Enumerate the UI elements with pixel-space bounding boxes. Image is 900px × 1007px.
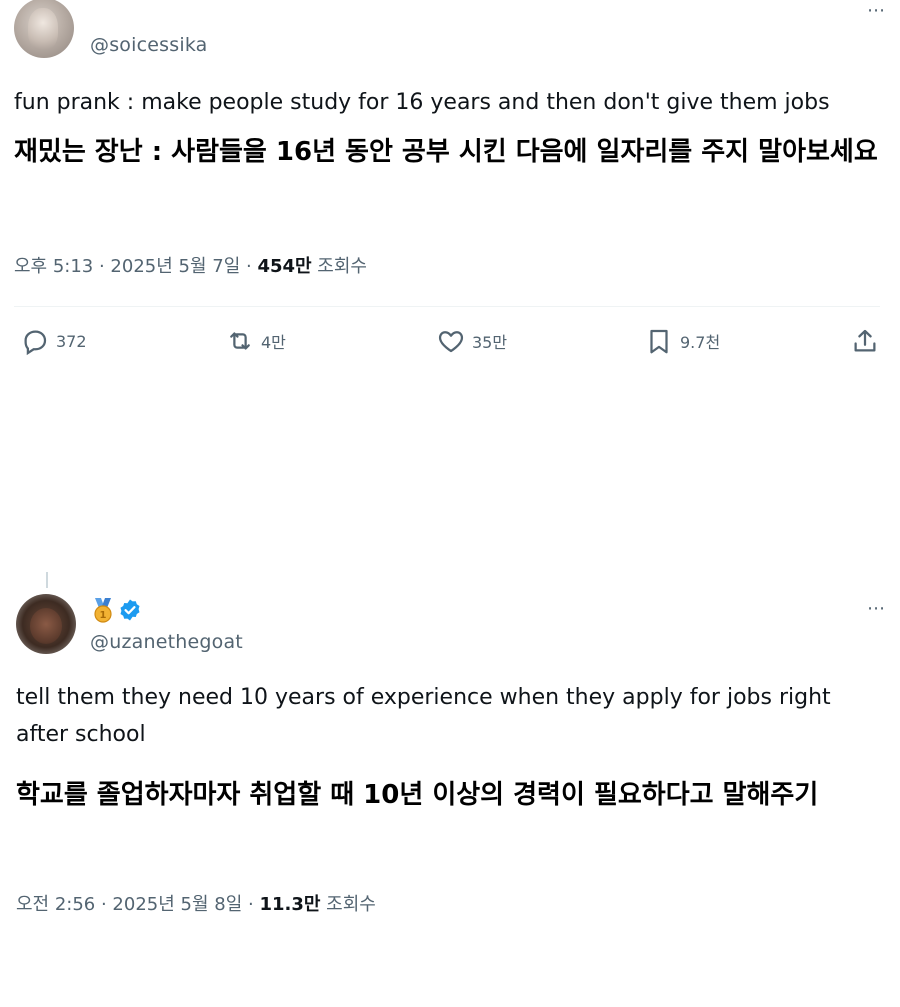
timestamp[interactable]: 오전 2:56 · 2025년 5월 8일 · bbox=[16, 894, 259, 915]
tweet-text-korean: 학교를 졸업하자마자 취업할 때 10년 이상의 경력이 필요하다고 말해주기 bbox=[16, 780, 819, 810]
retweet-button[interactable]: 4만 bbox=[225, 326, 286, 356]
like-button[interactable]: 35만 bbox=[436, 326, 507, 356]
svg-text:1: 1 bbox=[100, 610, 107, 621]
avatar[interactable] bbox=[14, 0, 74, 58]
view-label: 조회수 bbox=[311, 256, 367, 277]
reply-icon bbox=[24, 330, 47, 356]
tweet-2: 1 @uzanethegoat ⋯ tell them they need 10… bbox=[0, 572, 900, 1002]
bookmark-count: 9.7천 bbox=[680, 333, 721, 352]
tweet-meta: 오전 2:56 · 2025년 5월 8일 · 11.3만 조회수 bbox=[16, 890, 376, 916]
user-handle[interactable]: @soicessika bbox=[90, 34, 208, 56]
more-icon[interactable]: ⋯ bbox=[867, 2, 886, 20]
bookmark-button[interactable]: 9.7천 bbox=[644, 326, 720, 356]
tweet-text-korean: 재밌는 장난 : 사람들을 16년 동안 공부 시킨 다음에 일자리를 주지 말… bbox=[14, 137, 878, 167]
bookmark-icon bbox=[650, 329, 668, 354]
retweet-icon bbox=[230, 332, 250, 350]
avatar[interactable] bbox=[16, 594, 76, 654]
reply-count: 372 bbox=[56, 331, 87, 351]
tweet-text-english: fun prank : make people study for 16 yea… bbox=[14, 90, 830, 115]
view-label: 조회수 bbox=[320, 894, 376, 915]
share-icon bbox=[854, 329, 876, 352]
medal-icon: 1 bbox=[94, 598, 112, 623]
view-count: 454만 bbox=[257, 256, 312, 277]
view-count: 11.3만 bbox=[259, 894, 321, 915]
tweet-text-english: tell them they need 10 years of experien… bbox=[16, 685, 831, 747]
tweet-1: @soicessika ⋯ fun prank : make people st… bbox=[0, 0, 900, 400]
heart-icon bbox=[438, 331, 464, 353]
verified-badge-icon bbox=[120, 599, 140, 621]
user-handle[interactable]: @uzanethegoat bbox=[90, 631, 243, 653]
tweet-meta: 오후 5:13 · 2025년 5월 7일 · 454만 조회수 bbox=[14, 252, 367, 278]
thread-line bbox=[46, 572, 48, 588]
reply-button[interactable]: 372 bbox=[20, 326, 87, 356]
like-count: 35만 bbox=[472, 333, 508, 352]
retweet-count: 4만 bbox=[261, 333, 286, 352]
timestamp[interactable]: 오후 5:13 · 2025년 5월 7일 · bbox=[14, 256, 257, 277]
share-button[interactable] bbox=[850, 326, 880, 356]
user-badges: 1 bbox=[92, 597, 142, 623]
action-bar: 372 4만 35만 9.7천 bbox=[0, 326, 900, 366]
more-icon[interactable]: ⋯ bbox=[867, 600, 886, 618]
divider bbox=[14, 306, 880, 307]
